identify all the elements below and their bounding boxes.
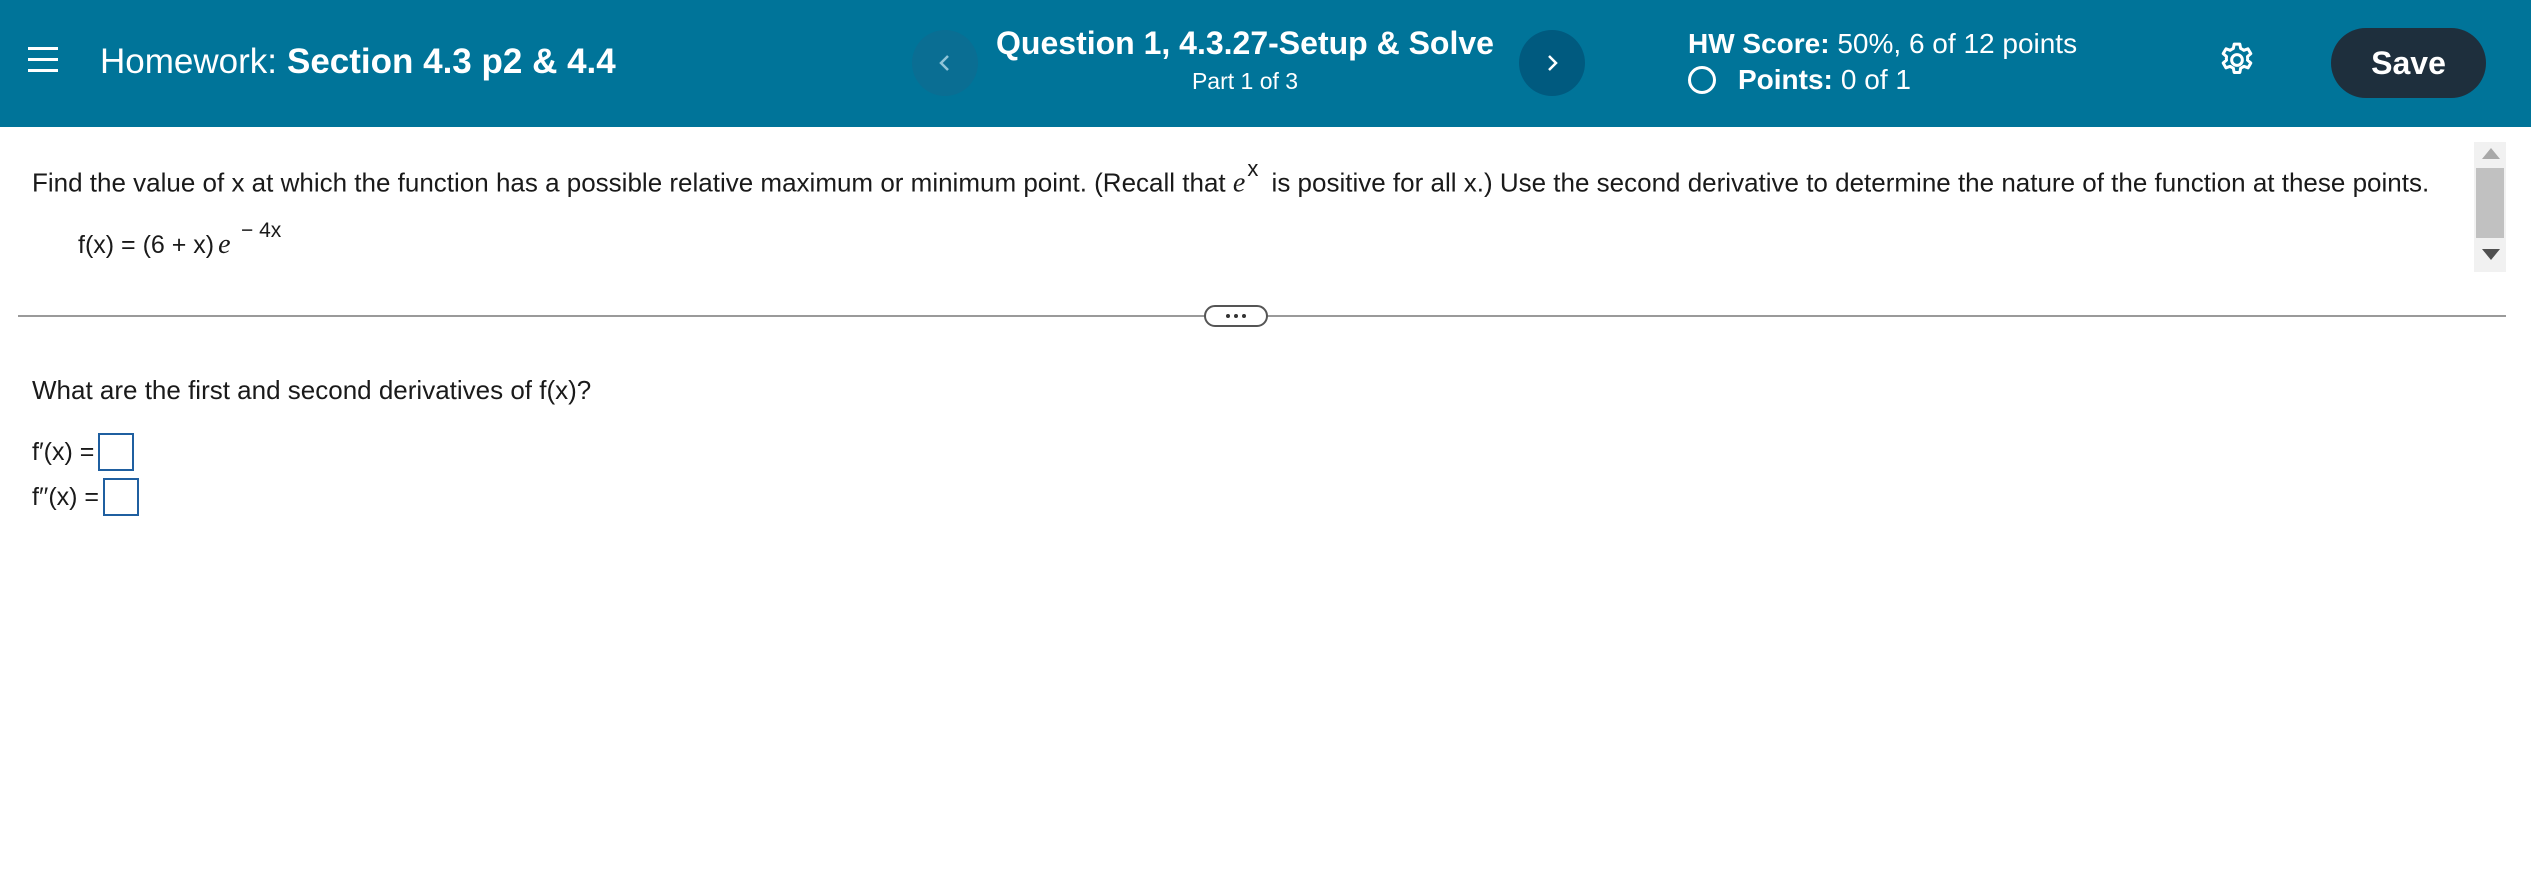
- ellipsis-dot-icon: [1226, 314, 1230, 318]
- first-derivative-row: f′(x) =: [32, 433, 135, 471]
- first-derivative-input[interactable]: [98, 433, 135, 471]
- prompt-text-start: Find the value of x at which the functio…: [32, 167, 1233, 198]
- points-status: Points: 0 of 1: [1688, 62, 1911, 98]
- function-exponent: − 4x: [241, 219, 282, 242]
- scroll-down-arrow-icon[interactable]: [2482, 249, 2500, 260]
- chevron-left-icon: [939, 55, 949, 71]
- prompt-e-symbol: e: [1232, 167, 1246, 199]
- points-value: 0 of 1: [1840, 64, 1911, 95]
- second-derivative-label: f′′(x) =: [32, 482, 100, 511]
- question-part: Part 1 of 3: [1191, 68, 1299, 94]
- hw-score: HW Score: 50%, 6 of 12 points: [1688, 26, 2077, 62]
- second-derivative-row: f′′(x) =: [32, 478, 140, 516]
- divider-handle[interactable]: [1204, 305, 1268, 327]
- chevron-right-icon: [1548, 55, 1558, 71]
- prompt-exponent: x: [1247, 156, 1259, 181]
- points-label: Points:: [1738, 64, 1833, 95]
- question-info: Question 1, 4.3.27-Setup & Solve Part 1 …: [990, 22, 1500, 96]
- ellipsis-dot-icon: [1234, 314, 1238, 318]
- function-e-symbol: e: [218, 229, 231, 260]
- second-derivative-input[interactable]: [103, 478, 140, 516]
- save-button[interactable]: Save: [2331, 28, 2486, 98]
- scroll-thumb[interactable]: [2476, 168, 2504, 238]
- hw-score-value: 50%, 6 of 12 points: [1837, 28, 2078, 59]
- prompt-text-end: is positive for all x.) Use the second d…: [1264, 167, 2430, 198]
- previous-question-button[interactable]: [912, 30, 978, 96]
- gear-icon[interactable]: [2217, 40, 2257, 80]
- homework-prefix: Homework:: [100, 42, 277, 81]
- homework-title: Homework: Section 4.3 p2 & 4.4: [100, 40, 616, 84]
- first-derivative-label: f′(x) =: [32, 437, 95, 466]
- question-prompt: Find the value of x at which the functio…: [32, 156, 2430, 201]
- header-bar: Homework: Section 4.3 p2 & 4.4 Question 1…: [0, 0, 2531, 127]
- empty-circle-icon: [1688, 66, 1716, 94]
- function-definition: f(x) = (6 + x) e − 4x: [78, 219, 281, 262]
- next-question-button[interactable]: [1519, 30, 1585, 96]
- question-title: Question 1, 4.3.27-Setup & Solve: [996, 25, 1494, 61]
- hw-score-label: HW Score:: [1688, 28, 1830, 59]
- homework-name: Section 4.3 p2 & 4.4: [286, 42, 616, 81]
- part-prompt: What are the first and second derivative…: [32, 375, 592, 405]
- function-lhs: f(x) = (6 + x): [78, 231, 215, 259]
- scroll-up-arrow-icon[interactable]: [2482, 148, 2500, 159]
- ellipsis-dot-icon: [1242, 314, 1246, 318]
- hamburger-menu-icon[interactable]: [28, 45, 58, 75]
